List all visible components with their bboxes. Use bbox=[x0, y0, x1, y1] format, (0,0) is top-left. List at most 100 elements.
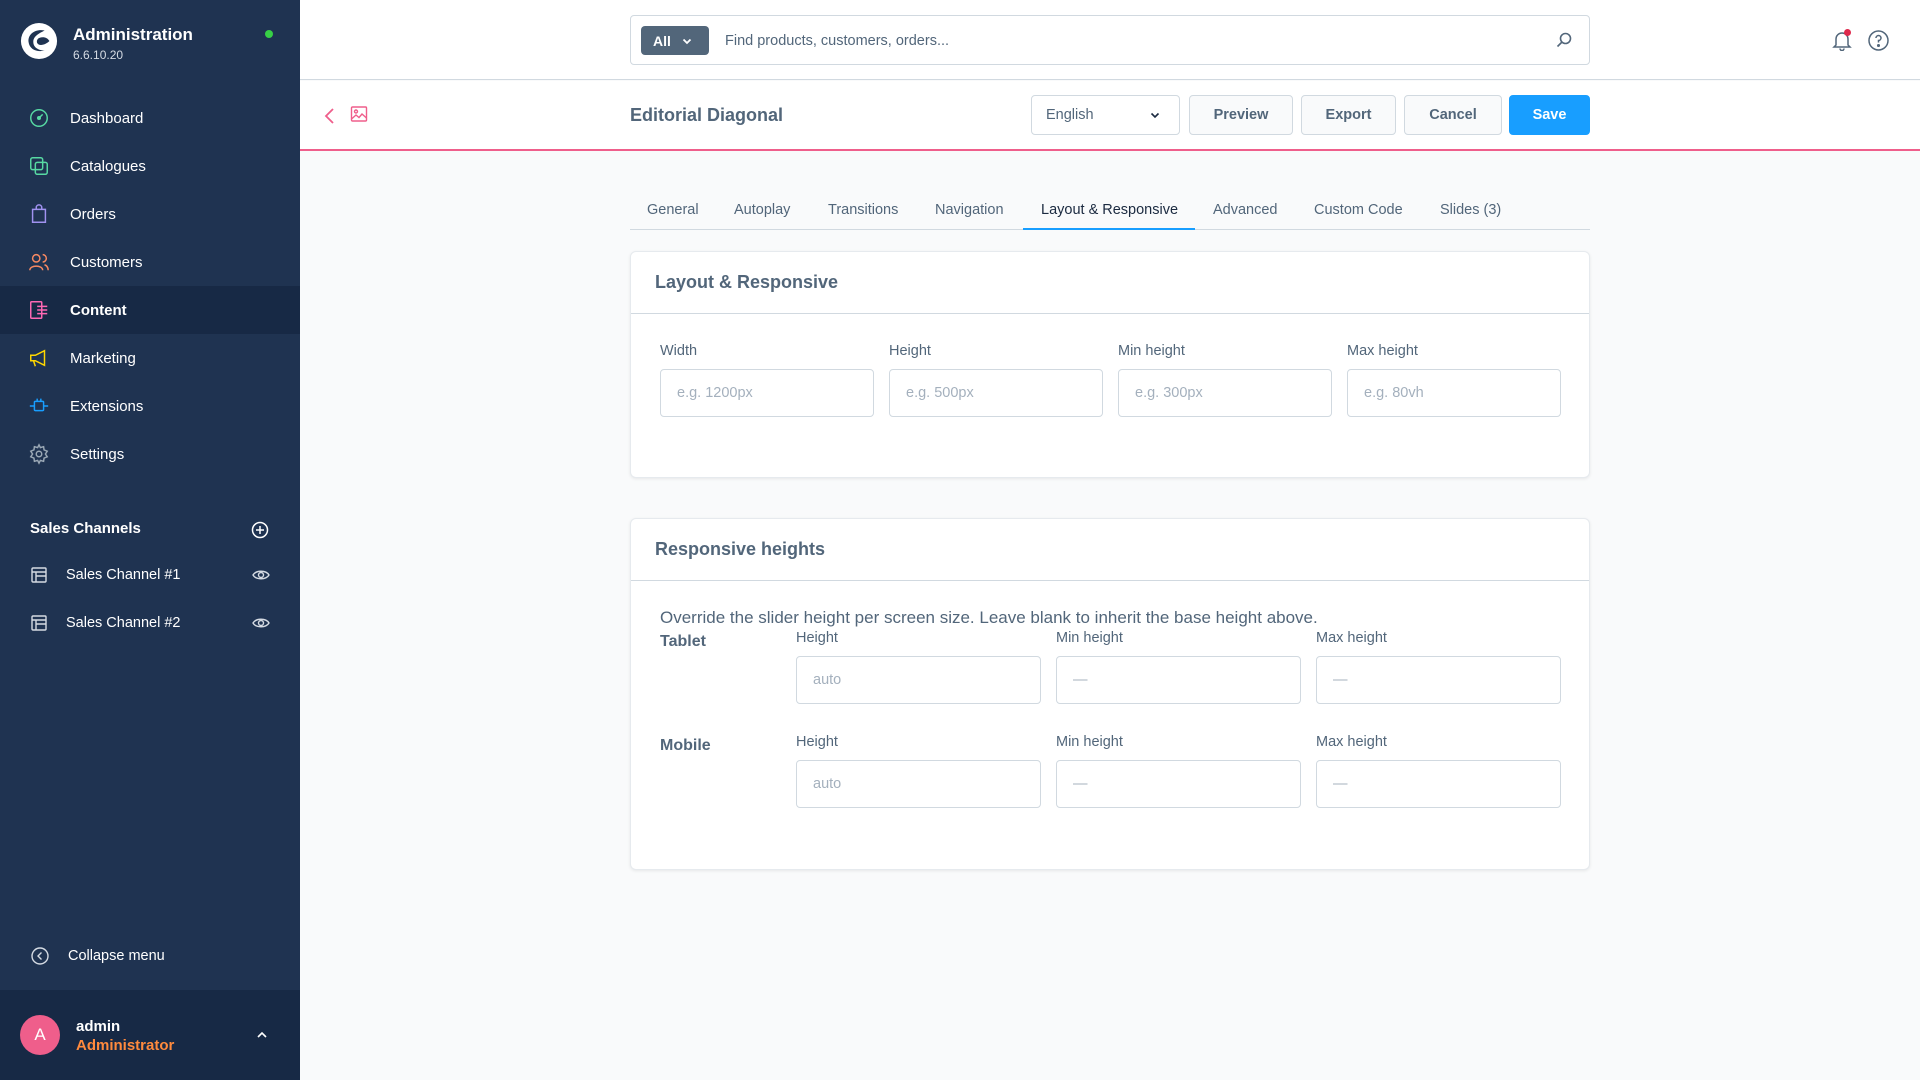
tab-custom-code[interactable]: Custom Code bbox=[1314, 202, 1403, 218]
user-menu[interactable]: A admin Administrator bbox=[0, 990, 300, 1080]
tablet-max-height-label: Max height bbox=[1316, 630, 1387, 646]
save-button[interactable]: Save bbox=[1509, 95, 1590, 135]
main-nav: Dashboard Catalogues Orders Customers Co… bbox=[0, 94, 300, 478]
customers-icon bbox=[29, 253, 49, 271]
catalogue-icon bbox=[30, 157, 48, 175]
card-description: Override the slider height per screen si… bbox=[660, 608, 1318, 627]
add-sales-channel-icon[interactable] bbox=[251, 521, 269, 539]
responsive-heights-card: Responsive heights Override the slider h… bbox=[630, 518, 1590, 870]
sidebar-item-orders[interactable]: Orders bbox=[0, 190, 300, 238]
search-icon[interactable] bbox=[1555, 31, 1573, 49]
active-tab-indicator bbox=[1023, 228, 1195, 230]
language-switch[interactable]: English bbox=[1031, 95, 1180, 135]
sidebar-item-extensions[interactable]: Extensions bbox=[0, 382, 300, 430]
card-title: Responsive heights bbox=[631, 519, 1589, 581]
tablet-min-height-input[interactable] bbox=[1056, 656, 1301, 704]
sales-channel-item-1[interactable]: Sales Channel #1 bbox=[0, 555, 300, 595]
sidebar-item-settings[interactable]: Settings bbox=[0, 430, 300, 478]
marketing-icon bbox=[30, 349, 46, 367]
tablet-height-input[interactable] bbox=[796, 656, 1041, 704]
storefront-icon bbox=[31, 615, 47, 631]
collapse-menu-label: Collapse menu bbox=[68, 948, 165, 964]
tablet-max-height-input[interactable] bbox=[1316, 656, 1561, 704]
search-type-select[interactable]: All bbox=[641, 26, 709, 55]
eye-icon[interactable] bbox=[252, 566, 270, 584]
mobile-min-height-label: Min height bbox=[1056, 734, 1123, 750]
export-button[interactable]: Export bbox=[1301, 95, 1396, 135]
tab-autoplay[interactable]: Autoplay bbox=[734, 202, 790, 218]
sales-channel-item-2[interactable]: Sales Channel #2 bbox=[0, 603, 300, 643]
back-arrow-icon[interactable] bbox=[322, 106, 338, 126]
storefront-icon bbox=[31, 567, 47, 583]
cancel-button[interactable]: Cancel bbox=[1404, 95, 1502, 135]
sidebar-item-label: Marketing bbox=[70, 349, 136, 367]
tab-general[interactable]: General bbox=[647, 202, 699, 218]
sidebar-item-label: Settings bbox=[70, 445, 125, 463]
tab-transitions[interactable]: Transitions bbox=[828, 202, 898, 218]
max-height-input[interactable] bbox=[1347, 369, 1561, 417]
collapse-icon bbox=[31, 947, 49, 965]
settings-icon bbox=[29, 443, 49, 465]
dashboard-icon bbox=[30, 109, 48, 127]
sidebar-item-marketing[interactable]: Marketing bbox=[0, 334, 300, 382]
height-label: Height bbox=[889, 343, 931, 359]
sales-channel-label: Sales Channel #2 bbox=[66, 615, 181, 631]
tablet-height-label: Height bbox=[796, 630, 838, 646]
global-search: All bbox=[630, 15, 1590, 65]
tab-layout-responsive[interactable]: Layout & Responsive bbox=[1041, 202, 1178, 218]
sidebar-item-label: Extensions bbox=[70, 397, 144, 415]
tab-bar: General Autoplay Transitions Navigation … bbox=[630, 190, 1590, 230]
min-height-label: Min height bbox=[1118, 343, 1185, 359]
sidebar-item-dashboard[interactable]: Dashboard bbox=[0, 94, 300, 142]
width-input[interactable] bbox=[660, 369, 874, 417]
width-label: Width bbox=[660, 343, 698, 359]
mobile-max-height-input[interactable] bbox=[1316, 760, 1561, 808]
page-title: Editorial Diagonal bbox=[630, 105, 784, 125]
layout-responsive-card: Layout & Responsive Width Height Min hei… bbox=[630, 251, 1590, 478]
sales-channel-label: Sales Channel #1 bbox=[66, 567, 181, 583]
user-name: admin bbox=[76, 1018, 121, 1035]
extensions-icon bbox=[29, 398, 49, 412]
mobile-height-input[interactable] bbox=[796, 760, 1041, 808]
sidebar-item-label: Dashboard bbox=[70, 109, 144, 127]
search-type-label: All bbox=[653, 32, 671, 49]
orders-icon bbox=[31, 204, 47, 223]
notification-badge bbox=[1844, 29, 1851, 36]
chevron-down-icon bbox=[682, 38, 692, 44]
mobile-height-label: Height bbox=[796, 734, 838, 750]
brand[interactable]: Administration 6.6.10.20 bbox=[20, 22, 193, 62]
status-indicator bbox=[265, 30, 273, 38]
shopware-logo-icon bbox=[20, 22, 58, 60]
collapse-menu-button[interactable]: Collapse menu bbox=[30, 946, 165, 966]
max-height-label: Max height bbox=[1347, 343, 1418, 359]
app-version: 6.6.10.20 bbox=[73, 48, 124, 62]
content-icon bbox=[30, 301, 48, 319]
help-icon[interactable] bbox=[1867, 29, 1890, 52]
min-height-input[interactable] bbox=[1118, 369, 1332, 417]
sidebar-item-customers[interactable]: Customers bbox=[0, 238, 300, 286]
sidebar-item-label: Content bbox=[70, 301, 127, 319]
sales-channels-heading: Sales Channels bbox=[30, 520, 141, 537]
tab-navigation[interactable]: Navigation bbox=[935, 202, 1004, 218]
sidebar-item-catalogues[interactable]: Catalogues bbox=[0, 142, 300, 190]
eye-icon[interactable] bbox=[252, 614, 270, 632]
sidebar: Administration 6.6.10.20 Dashboard Catal… bbox=[0, 0, 300, 1080]
search-input[interactable] bbox=[725, 28, 1525, 54]
chevron-up-icon[interactable] bbox=[254, 1027, 270, 1043]
mobile-max-height-label: Max height bbox=[1316, 734, 1387, 750]
chevron-down-icon bbox=[1150, 112, 1160, 119]
user-role: Administrator bbox=[76, 1037, 175, 1054]
sidebar-item-content[interactable]: Content bbox=[0, 286, 300, 334]
tablet-row-label: Tablet bbox=[660, 633, 706, 650]
top-bar: All bbox=[300, 0, 1920, 80]
tab-advanced[interactable]: Advanced bbox=[1213, 202, 1278, 218]
mobile-row-label: Mobile bbox=[660, 737, 711, 754]
tablet-min-height-label: Min height bbox=[1056, 630, 1123, 646]
height-input[interactable] bbox=[889, 369, 1103, 417]
mobile-min-height-input[interactable] bbox=[1056, 760, 1301, 808]
avatar: A bbox=[20, 1015, 60, 1055]
language-label: English bbox=[1046, 107, 1094, 123]
preview-button[interactable]: Preview bbox=[1189, 95, 1293, 135]
tab-slides[interactable]: Slides (3) bbox=[1440, 202, 1501, 218]
sidebar-item-label: Catalogues bbox=[70, 157, 146, 175]
